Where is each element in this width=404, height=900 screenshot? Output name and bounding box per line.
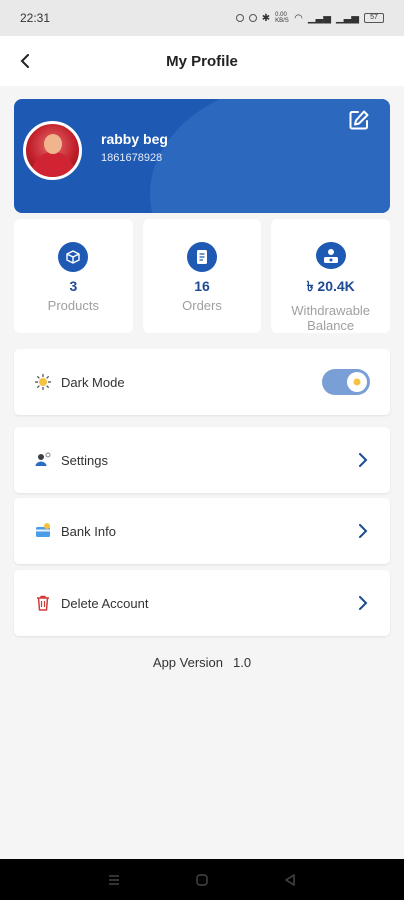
- avatar[interactable]: [23, 121, 82, 180]
- stat-value: 3: [69, 278, 78, 294]
- stat-value: 16: [194, 278, 210, 294]
- page-title: My Profile: [166, 52, 238, 70]
- stat-label: Products: [47, 298, 99, 313]
- dark-mode-label: Dark Mode: [61, 374, 125, 390]
- menu-lines-icon: [109, 874, 119, 885]
- profile-name: rabby beg: [101, 131, 168, 147]
- stat-card-balance[interactable]: ৳ 20.4K Withdrawable Balance: [271, 219, 391, 333]
- triangle-back-icon: [285, 873, 295, 886]
- status-icons: ✱ 0.00 KB/S ◠ ▁▃▅ ▁▃▅ 57: [235, 12, 384, 24]
- app-version-label: App Version: [152, 655, 224, 670]
- sun-small-icon: [353, 378, 361, 386]
- stat-card-orders[interactable]: 16 Orders: [142, 219, 262, 333]
- chevron-right-icon: [359, 596, 368, 610]
- system-nav-bar: [0, 859, 404, 900]
- menu-item-dark-mode: Dark Mode: [14, 349, 390, 415]
- chevron-right-icon: [359, 453, 368, 467]
- status-time: 22:31: [20, 11, 51, 25]
- back-button[interactable]: [14, 49, 38, 73]
- document-icon: [187, 242, 217, 272]
- stat-value: ৳ 20.4K: [306, 278, 355, 294]
- toggle-knob: [347, 372, 367, 392]
- wifi-icon: ◠: [294, 12, 303, 24]
- signal-icon-2: ▁▃▅: [335, 12, 359, 24]
- app-version-value: 1.0: [233, 655, 252, 670]
- settings-label: Settings: [61, 452, 108, 468]
- dark-mode-toggle[interactable]: [322, 369, 370, 395]
- back-arrow-icon: [20, 54, 29, 68]
- app-bar: My Profile: [0, 36, 404, 86]
- profile-card: rabby beg 1861678928: [14, 99, 390, 213]
- edit-profile-button[interactable]: [348, 109, 370, 131]
- stats-row: 3 Products 16 Orders ৳ 20.4K Withdrawabl…: [14, 219, 391, 333]
- signal-icon: ▁▃▅: [307, 12, 331, 24]
- battery-icon: 57: [364, 13, 384, 23]
- status-bar: 22:31 ✱ 0.00 KB/S ◠ ▁▃▅ ▁▃▅ 57: [0, 0, 404, 36]
- stat-card-products[interactable]: 3 Products: [14, 219, 133, 333]
- back-nav-button[interactable]: [280, 870, 300, 890]
- sun-icon: [34, 373, 52, 391]
- bank-info-label: Bank Info: [61, 523, 116, 539]
- home-square-icon: [196, 873, 208, 886]
- menu-item-settings[interactable]: Settings: [14, 427, 390, 493]
- home-button[interactable]: [192, 870, 212, 890]
- trash-icon: [34, 594, 52, 612]
- recent-apps-button[interactable]: [104, 870, 124, 890]
- cash-hand-icon: [315, 242, 346, 269]
- app-version: App Version 1.0: [0, 655, 404, 670]
- dnd-icon: [248, 14, 257, 22]
- delete-account-label: Delete Account: [61, 595, 149, 611]
- box-icon: [58, 242, 89, 272]
- stat-label: Orders: [182, 298, 222, 313]
- profile-phone: 1861678928: [101, 152, 163, 164]
- bank-card-icon: [34, 522, 52, 540]
- network-speed: 0.00 KB/S: [275, 12, 289, 24]
- user-settings-icon: [34, 451, 52, 469]
- chevron-right-icon: [359, 524, 368, 538]
- alarm-icon: [235, 14, 244, 22]
- bluetooth-icon: ✱: [261, 12, 271, 24]
- menu-item-delete-account[interactable]: Delete Account: [14, 570, 390, 636]
- stat-label: Withdrawable Balance: [291, 303, 371, 333]
- edit-icon: [349, 110, 369, 130]
- menu-item-bank-info[interactable]: Bank Info: [14, 498, 390, 564]
